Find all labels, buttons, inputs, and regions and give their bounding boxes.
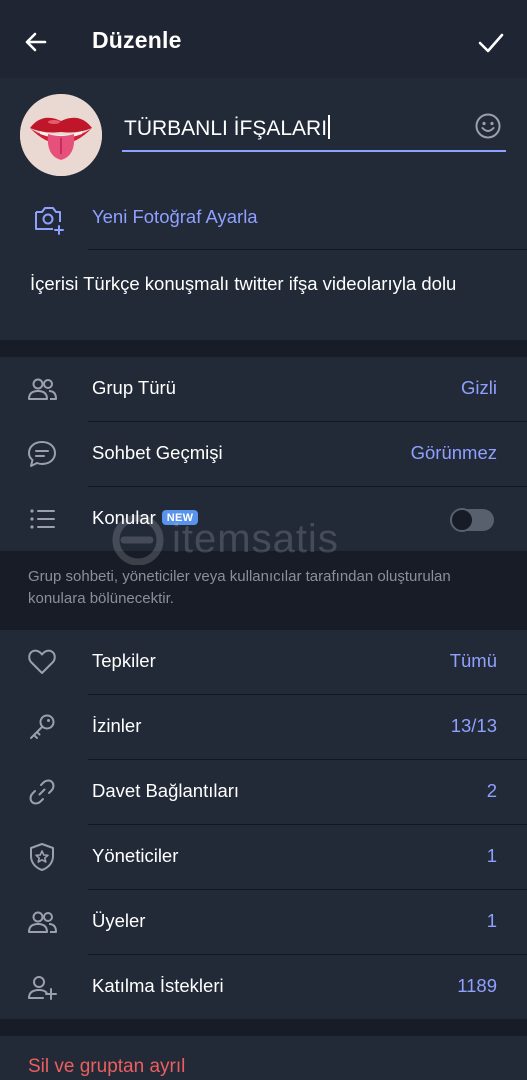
watermark: itemsatis xyxy=(110,514,410,566)
top-bar: Düzenle xyxy=(0,0,527,78)
chat-bubble-icon xyxy=(28,441,56,467)
watermark-logo-icon xyxy=(112,514,164,566)
manage-card: Tepkiler Tümü İzinler 13/13 Davet Bağlan… xyxy=(0,630,527,1019)
reactions-row[interactable]: Tepkiler Tümü xyxy=(0,630,527,694)
group-type-value: Gizli xyxy=(461,377,497,398)
chat-history-label: Sohbet Geçmişi xyxy=(92,442,223,463)
heart-icon xyxy=(28,649,56,674)
group-avatar[interactable] xyxy=(20,94,102,176)
permissions-label: İzinler xyxy=(92,715,142,736)
chat-history-row[interactable]: Sohbet Geçmişi Görünmez xyxy=(0,422,527,486)
permissions-row[interactable]: İzinler 13/13 xyxy=(0,695,527,759)
divider xyxy=(88,249,527,250)
join-requests-label: Katılma İstekleri xyxy=(92,975,224,996)
chat-history-value: Görünmez xyxy=(410,442,497,463)
group-type-row[interactable]: Grup Türü Gizli xyxy=(0,357,527,421)
page-title: Düzenle xyxy=(92,27,182,53)
join-requests-value: 1189 xyxy=(457,975,497,996)
list-icon xyxy=(30,509,55,529)
members-value: 1 xyxy=(486,910,497,931)
members-label: Üyeler xyxy=(92,910,146,931)
reactions-label: Tepkiler xyxy=(92,650,156,671)
watermark-text: itemsatis xyxy=(172,517,339,561)
toggle-knob xyxy=(450,508,474,532)
set-photo-row[interactable]: Yeni Fotoğraf Ayarla xyxy=(0,186,527,248)
delete-and-leave-button[interactable]: Sil ve gruptan ayrıl xyxy=(28,1056,185,1078)
link-icon xyxy=(29,779,55,805)
shield-star-icon xyxy=(30,843,54,871)
group-name-text: TÜRBANLI İFŞALARI xyxy=(124,115,331,141)
members-icon xyxy=(28,911,57,933)
members-row[interactable]: Üyeler 1 xyxy=(0,890,527,954)
admins-label: Yöneticiler xyxy=(92,845,179,866)
add-user-icon xyxy=(28,976,57,1000)
invite-links-row[interactable]: Davet Bağlantıları 2 xyxy=(0,760,527,824)
group-type-label: Grup Türü xyxy=(92,377,176,398)
admins-value: 1 xyxy=(486,845,497,866)
group-icon xyxy=(28,378,57,400)
text-caret xyxy=(328,115,331,139)
camera-add-icon xyxy=(35,207,64,235)
admins-row[interactable]: Yöneticiler 1 xyxy=(0,825,527,889)
invite-links-label: Davet Bağlantıları xyxy=(92,780,240,801)
invite-links-value: 2 xyxy=(486,780,497,801)
reactions-value: Tümü xyxy=(449,650,497,671)
group-description[interactable]: İçerisi Türkçe konuşmalı twitter ifşa vi… xyxy=(30,272,500,296)
permissions-value: 13/13 xyxy=(450,715,497,736)
checkmark-icon[interactable] xyxy=(474,26,508,60)
topics-hint: Grup sohbeti, yöneticiler veya kullanıcı… xyxy=(28,568,451,607)
emoji-icon[interactable] xyxy=(474,112,502,140)
group-name-input[interactable]: TÜRBANLI İFŞALARI xyxy=(122,110,506,152)
set-photo-label: Yeni Fotoğraf Ayarla xyxy=(92,206,258,227)
back-arrow-icon[interactable] xyxy=(20,26,52,58)
join-requests-row[interactable]: Katılma İstekleri 1189 xyxy=(0,955,527,1019)
topics-toggle[interactable] xyxy=(450,508,494,532)
key-icon xyxy=(30,714,55,739)
lips-image xyxy=(20,94,102,176)
